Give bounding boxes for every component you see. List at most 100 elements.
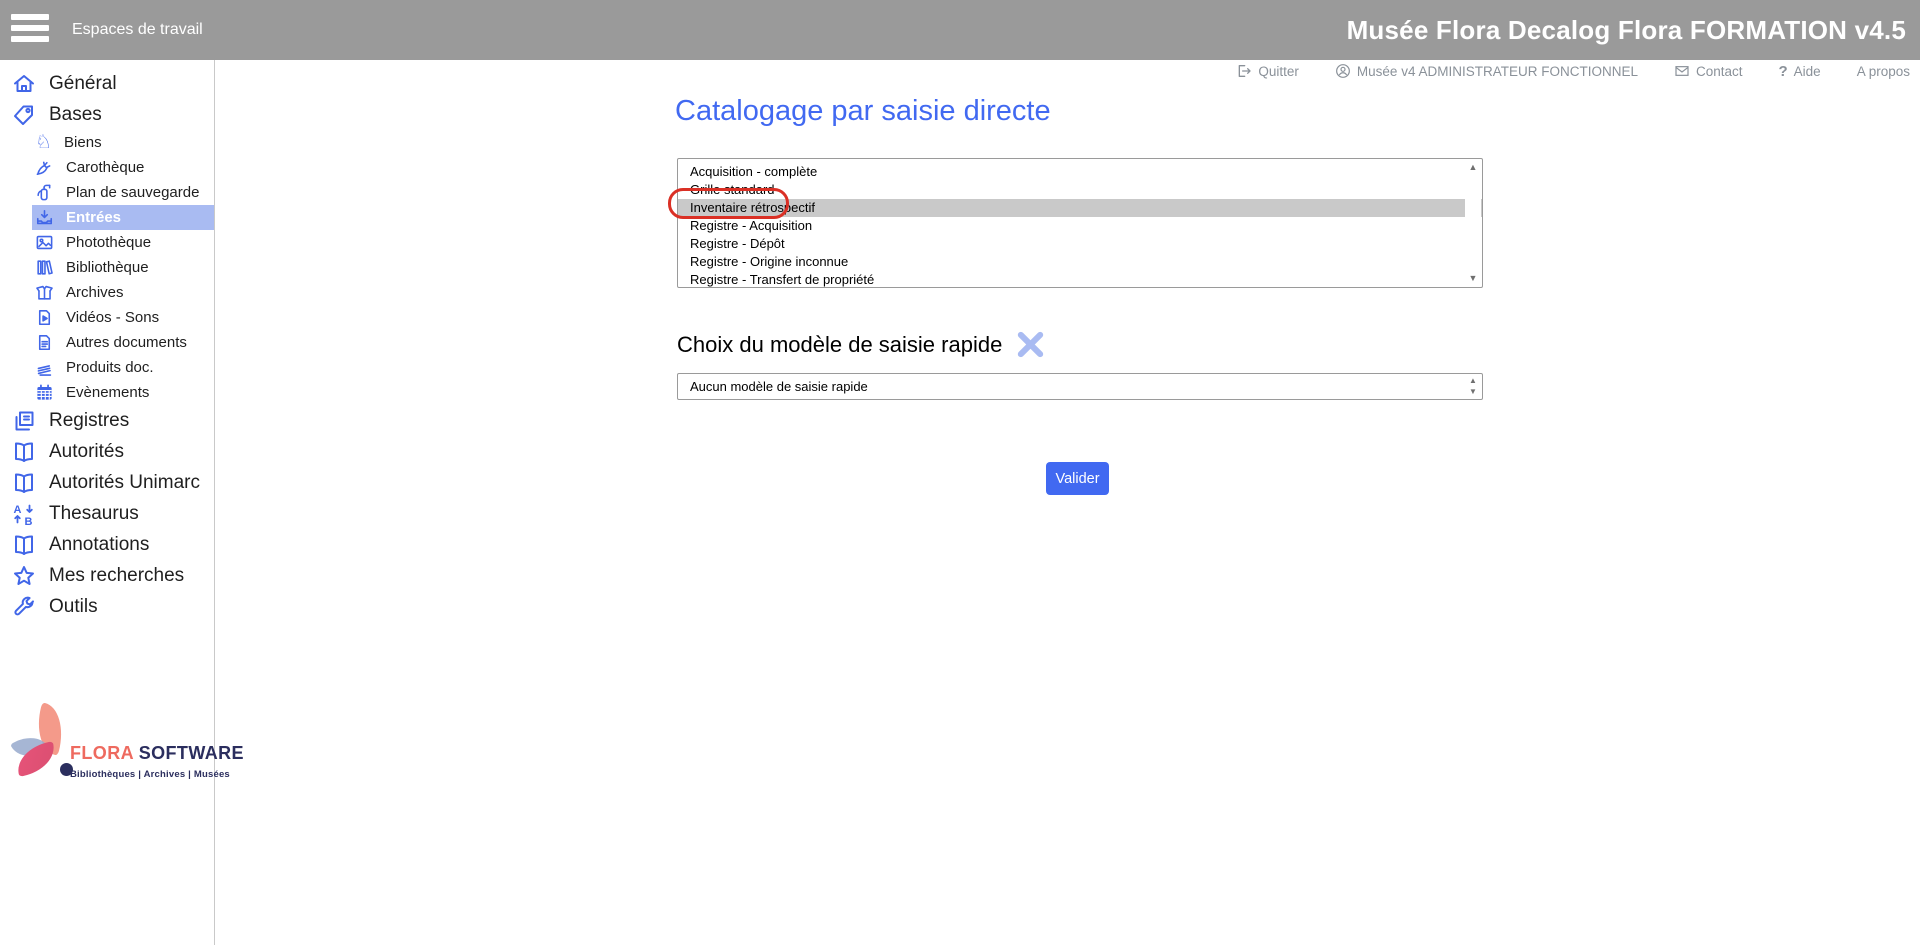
sort-alpha-icon: AB (12, 502, 36, 526)
scroll-down-icon[interactable]: ▼ (1469, 388, 1477, 396)
page-title: Catalogage par saisie directe (675, 95, 1051, 128)
user-circle-icon (1335, 63, 1351, 79)
sidebar-item-general[interactable]: Général (0, 68, 214, 99)
listbox-scrollbar[interactable]: ▲ ▼ (1465, 160, 1481, 286)
sidebar-item-archives[interactable]: Archives (0, 280, 214, 305)
listbox-option[interactable]: Registre - Acquisition (678, 217, 1482, 235)
sidebar-item-label: Vidéos - Sons (66, 309, 159, 326)
sidebar-item-label: Autorités (49, 441, 124, 463)
carrot-icon (35, 158, 54, 177)
home-icon (12, 72, 36, 96)
tag-icon (12, 103, 36, 127)
sidebar-item-label: Outils (49, 596, 98, 618)
utility-link-aide[interactable]: ? Aide (1779, 63, 1821, 80)
utility-link-label: A propos (1857, 64, 1910, 79)
utility-link-label: Contact (1696, 64, 1743, 79)
sidebar: Général Bases ♘ Biens Carothèque Plan de sauv… (0, 60, 215, 945)
sidebar-item-bases[interactable]: Bases (0, 99, 214, 130)
sidebar-item-label: Archives (66, 284, 124, 301)
utility-bar: Quitter Musée v4 ADMINISTRATEUR FONCTIONN… (1236, 61, 1910, 81)
open-book-icon (12, 533, 36, 557)
listbox-option[interactable]: Grille standard (678, 181, 1482, 199)
fire-extinguisher-icon (35, 183, 54, 202)
sidebar-item-entrees[interactable]: Entrées (32, 205, 214, 230)
scroll-up-icon[interactable]: ▲ (1469, 377, 1477, 385)
sidebar-item-label: Bases (49, 104, 102, 126)
sidebar-item-carotheque[interactable]: Carothèque (0, 155, 214, 180)
sidebar-item-label: Biens (64, 134, 102, 151)
sidebar-item-plan-de-sauvegarde[interactable]: Plan de sauvegarde (0, 180, 214, 205)
sidebar-item-label: Photothèque (66, 234, 151, 251)
registers-icon (12, 409, 36, 433)
utility-link-contact[interactable]: Contact (1674, 63, 1743, 79)
listbox-option[interactable]: Acquisition - complète (678, 163, 1482, 181)
sidebar-item-produits-doc[interactable]: Produits doc. (0, 355, 214, 380)
archive-box-icon (35, 283, 54, 302)
sidebar-item-label: Autorités Unimarc (49, 472, 200, 494)
listbox-option[interactable]: Registre - Dépôt (678, 235, 1482, 253)
sidebar-item-label: Annotations (49, 534, 149, 556)
sidebar-item-label: Bibliothèque (66, 259, 149, 276)
quick-model-heading: Choix du modèle de saisie rapide (677, 332, 1002, 358)
logo-tagline: Bibliothèques | Archives | Musées (70, 769, 244, 780)
star-icon (12, 564, 36, 588)
scroll-up-icon[interactable]: ▲ (1469, 163, 1478, 172)
open-book-icon (12, 471, 36, 495)
valider-button[interactable]: Valider (1046, 462, 1109, 495)
sidebar-item-label: Plan de sauvegarde (66, 184, 199, 201)
sidebar-item-autres-documents[interactable]: Autres documents (0, 330, 214, 355)
sidebar-item-videos-sons[interactable]: Vidéos - Sons (0, 305, 214, 330)
workspaces-link[interactable]: Espaces de travail (72, 0, 203, 60)
sidebar-item-evenements[interactable]: Evènements (0, 380, 214, 405)
open-book-icon (12, 440, 36, 464)
sidebar-item-annotations[interactable]: Annotations (0, 529, 214, 560)
listbox-option[interactable]: Registre - Transfert de propriété (678, 271, 1482, 288)
clear-x-icon[interactable] (1016, 330, 1045, 359)
sidebar-item-label: Evènements (66, 384, 149, 401)
sidebar-item-registres[interactable]: Registres (0, 405, 214, 436)
logo-brand-primary: FLORA (70, 743, 133, 763)
sidebar-item-bibliotheque[interactable]: Bibliothèque (0, 255, 214, 280)
scroll-down-icon[interactable]: ▼ (1469, 274, 1478, 283)
sidebar-item-biens[interactable]: ♘ Biens (0, 130, 214, 155)
sidebar-item-autorites[interactable]: Autorités (0, 436, 214, 467)
menu-bar (11, 25, 49, 31)
utility-link-quitter[interactable]: Quitter (1236, 63, 1299, 79)
calendar-icon (35, 383, 54, 402)
inbox-arrow-icon (35, 208, 54, 227)
logo-brand-secondary: SOFTWARE (139, 743, 244, 763)
sidebar-item-label: Entrées (66, 209, 121, 226)
menu-bar (11, 14, 49, 20)
utility-link-a-propos[interactable]: A propos (1857, 64, 1910, 79)
mail-icon (1674, 63, 1690, 79)
utility-link-label: Aide (1794, 64, 1821, 79)
document-icon (35, 333, 54, 352)
paper-stack-icon (35, 358, 54, 377)
sidebar-item-phototheque[interactable]: Photothèque (0, 230, 214, 255)
sidebar-item-mes-recherches[interactable]: Mes recherches (0, 560, 214, 591)
sidebar-item-label: Produits doc. (66, 359, 154, 376)
sidebar-item-outils[interactable]: Outils (0, 591, 214, 622)
sidebar-item-thesaurus[interactable]: AB Thesaurus (0, 498, 214, 529)
menu-icon[interactable] (11, 14, 49, 46)
quick-model-selected-value: Aucun modèle de saisie rapide (678, 374, 1482, 399)
question-icon: ? (1779, 63, 1788, 80)
utility-link-label: Quitter (1258, 64, 1299, 79)
utility-link-user-session[interactable]: Musée v4 ADMINISTRATEUR FONCTIONNEL (1335, 63, 1638, 79)
listbox-option[interactable]: Registre - Origine inconnue (678, 253, 1482, 271)
sidebar-item-autorites-unimarc[interactable]: Autorités Unimarc (0, 467, 214, 498)
library-books-icon (35, 258, 54, 277)
app-title: Musée Flora Decalog Flora FORMATION v4.5 (1347, 0, 1906, 60)
listbox-options: Acquisition - complèteGrille standardInv… (678, 163, 1482, 288)
chess-knight-icon: ♘ (35, 133, 52, 152)
sidebar-item-label: Thesaurus (49, 503, 139, 525)
video-file-icon (35, 308, 54, 327)
wrench-icon (12, 595, 36, 619)
sidebar-item-label: Registres (49, 410, 129, 432)
sidebar-item-label: Général (49, 73, 117, 95)
entry-grid-listbox[interactable]: Acquisition - complèteGrille standardInv… (677, 158, 1483, 288)
sidebar-item-label: Mes recherches (49, 565, 184, 587)
quick-model-scrollbar[interactable]: ▲ ▼ (1465, 375, 1481, 398)
quick-model-select[interactable]: Aucun modèle de saisie rapide ▲ ▼ (677, 373, 1483, 400)
listbox-option[interactable]: Inventaire rétrospectif (678, 199, 1482, 217)
